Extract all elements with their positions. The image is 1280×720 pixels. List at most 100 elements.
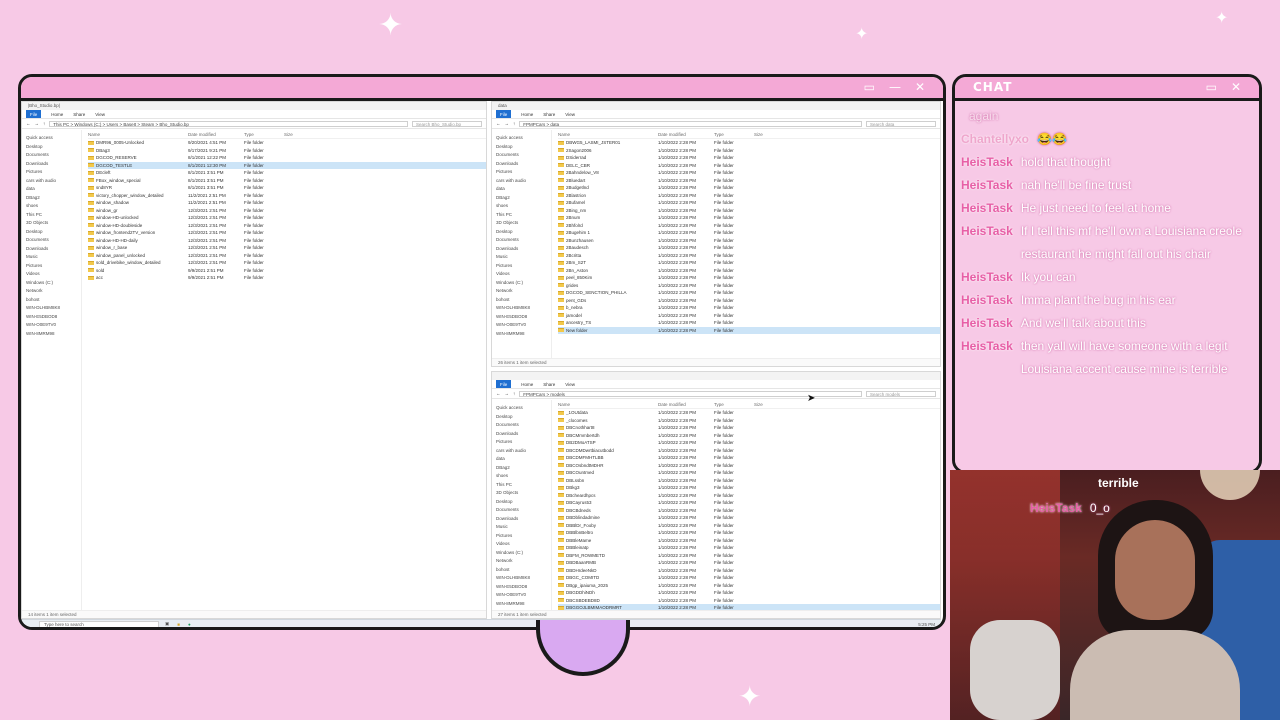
table-row[interactable]: DBkg3 1/10/2022 2:28 PM File folder xyxy=(558,484,940,492)
column-header[interactable]: Date modified xyxy=(658,130,714,138)
nav-item[interactable]: WIN-E5DBOD8 xyxy=(496,583,551,592)
nav-item[interactable]: WIN-8MRM98 xyxy=(26,330,81,339)
column-header[interactable]: Size xyxy=(754,400,774,408)
table-row[interactable]: DBGDDhiNDh 1/10/2022 2:28 PM File folder xyxy=(558,589,940,597)
table-row[interactable]: jamodel 1/10/2022 2:28 PM File folder xyxy=(558,312,940,320)
column-header[interactable]: Size xyxy=(284,130,304,138)
table-row[interactable]: 2Bluedart 1/10/2022 2:28 PM File folder xyxy=(558,177,940,185)
table-row[interactable]: snd8YR 8/1/2021 3:51 PM File folder xyxy=(88,184,486,192)
nav-item[interactable]: Desktop xyxy=(496,413,551,422)
nav-item[interactable]: data xyxy=(496,185,551,194)
nav-item[interactable]: bohost xyxy=(496,566,551,575)
nav-item[interactable]: Desktop xyxy=(496,498,551,507)
nav-item[interactable]: Desktop xyxy=(26,228,81,237)
nav-item[interactable]: Downloads xyxy=(26,245,81,254)
column-header[interactable]: Name xyxy=(558,130,658,138)
table-row[interactable]: window_shadow 11/2/2021 2:51 PM File folde… xyxy=(88,199,486,207)
table-row[interactable]: DBCSBDEBD8D 1/10/2022 2:28 PM File folder xyxy=(558,597,940,605)
nav-item[interactable]: Pictures xyxy=(496,438,551,447)
table-row[interactable]: DBCMmmbertdh 1/10/2022 2:28 PM File folder xyxy=(558,432,940,440)
table-row[interactable]: DBCnothhart8 1/10/2022 2:28 PM File folder xyxy=(558,424,940,432)
ribbon-tab-file[interactable]: File xyxy=(26,110,42,118)
table-row[interactable]: DGCOD_SENCTION_PHILLA 1/10/2022 2:28 PM Fi… xyxy=(558,289,940,297)
column-header[interactable]: Name xyxy=(88,130,188,138)
table-row[interactable]: peel_850Kim 1/10/2022 2:28 PM File folder xyxy=(558,274,940,282)
nav-item[interactable]: WIN-DLHBM8K8 xyxy=(496,574,551,583)
nav-item[interactable]: Desktop xyxy=(26,143,81,152)
browser-icon[interactable]: ● xyxy=(188,622,191,627)
table-row[interactable]: DGCOD_TESTLE 8/1/2021 12:30 PM File folder xyxy=(88,161,486,169)
table-row[interactable]: DSiderrad 1/10/2022 2:28 PM File folder xyxy=(558,154,940,162)
table-row[interactable]: DBBlDr_Fooby 1/10/2022 2:28 PM File folder xyxy=(558,522,940,530)
table-row[interactable]: 2Bing_nm 1/10/2022 2:28 PM File folder xyxy=(558,207,940,215)
nav-item[interactable]: Pictures xyxy=(496,168,551,177)
table-row[interactable]: DBDHrdeeNkD 1/10/2022 2:28 PM File folder xyxy=(558,567,940,575)
column-header[interactable]: Type xyxy=(714,400,754,408)
nav-item[interactable]: Downloads xyxy=(496,160,551,169)
forward-arrow-icon[interactable]: → xyxy=(35,121,40,126)
back-arrow-icon[interactable]: ← xyxy=(496,391,501,396)
table-row[interactable]: victory_chopper_window_detailed 11/2/2021… xyxy=(88,192,486,200)
nav-item[interactable]: DBag2 xyxy=(26,194,81,203)
nav-item[interactable]: DBag2 xyxy=(496,194,551,203)
ribbon-tab-share[interactable]: Share xyxy=(543,110,555,118)
ribbon-tab-share[interactable]: Share xyxy=(73,110,85,118)
nav-item[interactable]: Videos xyxy=(496,270,551,279)
nav-item[interactable]: Music xyxy=(496,253,551,262)
nav-item[interactable]: Windows (C:) xyxy=(496,549,551,558)
table-row[interactable]: DBDblindadmine 1/10/2022 2:28 PM File fold… xyxy=(558,514,940,522)
table-row[interactable]: 2Bahndelow_V8 1/10/2022 2:28 PM File folde… xyxy=(558,169,940,177)
nav-item[interactable]: cars with audio xyxy=(496,447,551,456)
nav-item[interactable]: WIN-E5DBOD8 xyxy=(26,313,81,322)
column-header[interactable]: Date modified xyxy=(658,400,714,408)
ribbon-tab-file[interactable]: File xyxy=(496,380,512,388)
nav-item[interactable]: Downloads xyxy=(496,245,551,254)
table-row[interactable]: DBDBaanRMB 1/10/2022 2:28 PM File folder xyxy=(558,559,940,567)
ribbon-tab-home[interactable]: Home xyxy=(51,110,63,118)
nav-item[interactable]: Documents xyxy=(496,506,551,515)
table-row[interactable]: acc 9/9/2021 2:51 PM File folder xyxy=(88,274,486,282)
windows-start-icon[interactable] xyxy=(21,620,35,628)
table-row[interactable]: DBBlbnBeltro 1/10/2022 2:28 PM File folder xyxy=(558,529,940,537)
nav-item[interactable]: Windows (C:) xyxy=(26,279,81,288)
table-row[interactable]: 2Bunzhausen 1/10/2022 2:28 PM File folder xyxy=(558,237,940,245)
table-row[interactable]: FBox_window_special 8/1/2021 3:51 PM File … xyxy=(88,177,486,185)
table-row[interactable]: 2Bn_Aston 1/10/2022 2:28 PM File folder xyxy=(558,267,940,275)
nav-item[interactable]: Music xyxy=(496,523,551,532)
nav-item[interactable]: data xyxy=(26,185,81,194)
column-header[interactable]: Type xyxy=(244,130,284,138)
ribbon-tab-file[interactable]: File xyxy=(496,110,512,118)
nav-item[interactable]: cars with audio xyxy=(26,177,81,186)
table-row[interactable]: DBGC_COMITD 1/10/2022 2:28 PM File folder xyxy=(558,574,940,582)
forward-arrow-icon[interactable]: → xyxy=(505,121,510,126)
back-arrow-icon[interactable]: ← xyxy=(26,121,31,126)
search-input[interactable]: Search data xyxy=(866,120,936,127)
nav-item[interactable]: Documents xyxy=(26,151,81,160)
table-row[interactable]: 2Bnum 1/10/2022 2:28 PM File folder xyxy=(558,214,940,222)
table-row[interactable]: window_panel_unlocked 12/3/2021 2:51 PM Fi… xyxy=(88,252,486,260)
nav-item[interactable]: This PC xyxy=(496,481,551,490)
nav-item[interactable]: WIN-O0E9TV0 xyxy=(26,321,81,330)
up-arrow-icon[interactable]: ↑ xyxy=(513,391,515,396)
forward-arrow-icon[interactable]: → xyxy=(505,391,510,396)
table-row[interactable]: window_frontend2TV_version 12/3/2021 2:51… xyxy=(88,229,486,237)
nav-item[interactable]: Downloads xyxy=(496,430,551,439)
table-row[interactable]: DBcheardhpcs 1/10/2022 2:28 PM File folder xyxy=(558,492,940,500)
nav-item[interactable]: Videos xyxy=(496,540,551,549)
nav-item[interactable]: Windows (C:) xyxy=(496,279,551,288)
table-row[interactable]: DBLssbn 1/10/2022 2:28 PM File folder xyxy=(558,477,940,485)
table-row[interactable]: 2Bm_S2T 1/10/2022 2:28 PM File folder xyxy=(558,259,940,267)
table-row[interactable]: 2Bhfolrd 1/10/2022 2:28 PM File folder xyxy=(558,222,940,230)
nav-item[interactable]: 3D Objects xyxy=(26,219,81,228)
ribbon-tab-view[interactable]: View xyxy=(565,380,575,388)
nav-item[interactable]: Desktop xyxy=(496,143,551,152)
nav-item[interactable]: Documents xyxy=(496,151,551,160)
nav-item[interactable]: Desktop xyxy=(496,228,551,237)
nav-item[interactable]: Downloads xyxy=(496,515,551,524)
table-row[interactable]: sold_drivebike_window_detailed 12/3/2021 … xyxy=(88,259,486,267)
nav-item[interactable]: WIN-8MRM98 xyxy=(496,330,551,339)
table-row[interactable]: ancestry_TS 1/10/2022 2:28 PM File folder xyxy=(558,319,940,327)
table-row[interactable]: 2Bcritta 1/10/2022 2:28 PM File folder xyxy=(558,252,940,260)
taskbar-search[interactable]: Type here to search xyxy=(39,620,159,627)
nav-item[interactable]: WIN-8MRM98 xyxy=(496,600,551,609)
